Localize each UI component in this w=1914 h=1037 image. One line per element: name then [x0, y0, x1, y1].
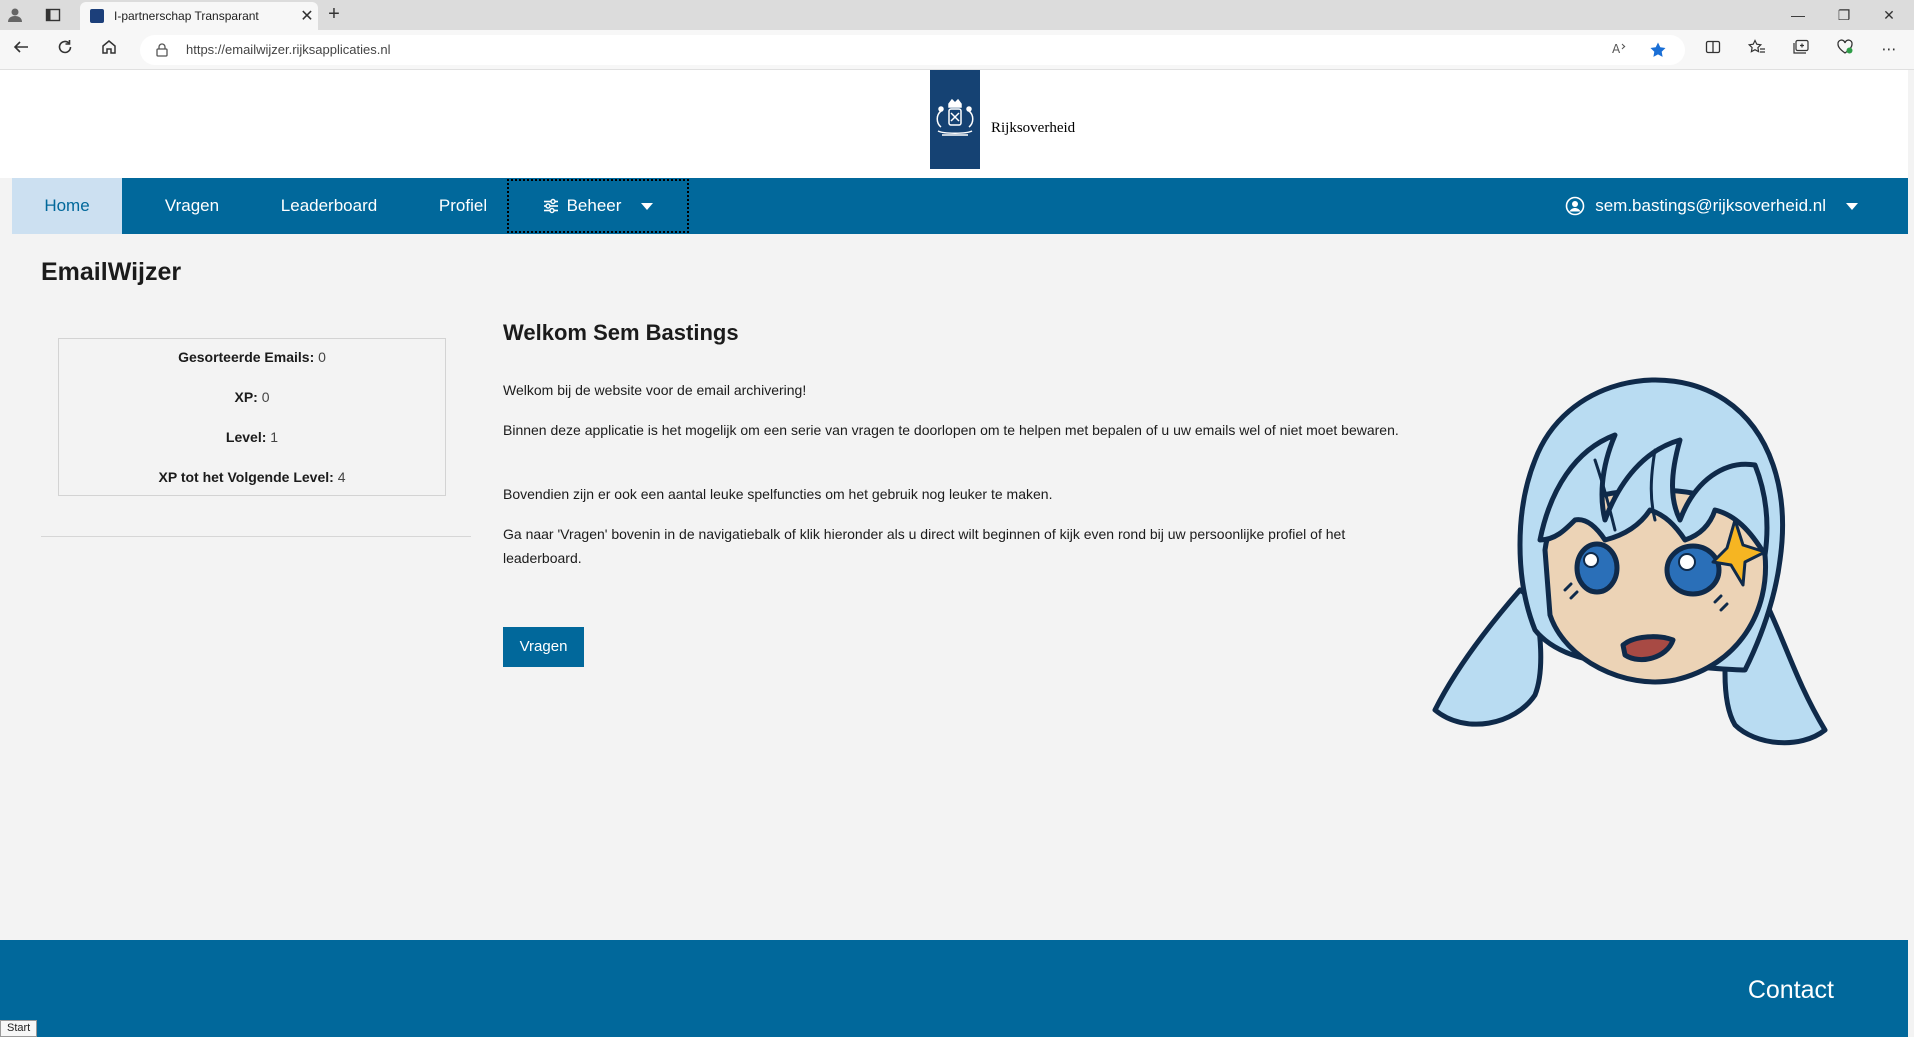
- stat-value: 0: [318, 349, 326, 365]
- favorite-star-icon[interactable]: [1648, 41, 1668, 59]
- instructions-paragraph: Ga naar 'Vragen' bovenin in de navigatie…: [503, 526, 1346, 566]
- tab-actions-icon[interactable]: [42, 4, 64, 26]
- description-paragraph: Binnen deze applicatie is het mogelijk o…: [503, 422, 1399, 438]
- collections-icon[interactable]: [1790, 39, 1812, 61]
- nav-vragen[interactable]: Vragen: [140, 178, 244, 234]
- sidebar-divider: [41, 536, 471, 537]
- user-menu[interactable]: sem.bastings@rijksoverheid.nl: [1565, 178, 1858, 234]
- stats-panel: Gesorteerde Emails: 0 XP: 0 Level: 1 XP …: [58, 338, 446, 496]
- page-scrollbar[interactable]: [1908, 70, 1914, 1037]
- rijksoverheid-logo[interactable]: [930, 70, 980, 169]
- address-bar[interactable]: https://emailwijzer.rijksapplicaties.nl …: [140, 35, 1685, 65]
- stat-level: Level: 1: [59, 429, 445, 445]
- new-tab-icon[interactable]: +: [322, 3, 346, 27]
- svg-text:A: A: [1612, 42, 1621, 55]
- split-screen-icon[interactable]: [1702, 39, 1724, 61]
- user-circle-icon: [1565, 196, 1585, 216]
- chevron-down-icon: [641, 202, 654, 210]
- stat-label: Level:: [225, 429, 267, 445]
- intro-paragraph: Welkom bij de website voor de email arch…: [503, 382, 807, 398]
- mascot-illustration: [1432, 377, 1828, 746]
- profile-icon[interactable]: [4, 4, 26, 26]
- minimize-icon[interactable]: —: [1783, 4, 1813, 26]
- user-chevron-down-icon: [1846, 202, 1858, 210]
- user-email: sem.bastings@rijksoverheid.nl: [1595, 196, 1826, 215]
- more-menu-icon[interactable]: ⋯: [1878, 39, 1900, 61]
- coat-of-arms-icon: [936, 98, 974, 136]
- nav-leaderboard[interactable]: Leaderboard: [256, 178, 402, 234]
- browser-tabbar: I-partnerschap Transparant ✕ + — ❐ ✕: [0, 0, 1914, 30]
- nav-profiel[interactable]: Profiel: [413, 178, 513, 234]
- browser-tab[interactable]: I-partnerschap Transparant ✕: [80, 2, 318, 30]
- home-icon[interactable]: [96, 38, 122, 62]
- stat-label: Gesorteerde Emails:: [178, 349, 315, 365]
- browser-toolbar: https://emailwijzer.rijksapplicaties.nl …: [0, 30, 1914, 70]
- back-icon[interactable]: [8, 38, 34, 62]
- stat-xp: XP: 0: [59, 389, 445, 405]
- tab-favicon-icon: [90, 9, 104, 23]
- stat-label: XP:: [234, 389, 258, 405]
- brand-name: Rijksoverheid: [991, 120, 1076, 136]
- window-close-icon[interactable]: ✕: [1874, 4, 1904, 26]
- site-header: Rijksoverheid: [0, 70, 1908, 178]
- main-navbar: Home Vragen Leaderboard Profiel Beheer s…: [12, 178, 1908, 234]
- stat-value: 0: [261, 389, 270, 405]
- favorites-icon[interactable]: [1746, 39, 1768, 61]
- url-text[interactable]: https://emailwijzer.rijksapplicaties.nl: [186, 42, 390, 57]
- lock-icon[interactable]: [156, 43, 168, 57]
- stat-xp-next-level: XP tot het Volgende Level: 4: [59, 469, 445, 485]
- features-paragraph: Bovendien zijn er ook een aantal leuke s…: [503, 486, 1053, 502]
- restore-icon[interactable]: ❐: [1829, 4, 1859, 26]
- welcome-heading: Welkom Sem Bastings: [503, 320, 739, 345]
- tab-title: I-partnerschap Transparant: [114, 9, 259, 23]
- app-title: EmailWijzer: [41, 258, 182, 286]
- stat-value: 4: [337, 469, 346, 485]
- page-content: Rijksoverheid Home Vragen Leaderboard Pr…: [0, 70, 1908, 1037]
- nav-beheer-dropdown[interactable]: Beheer: [506, 178, 690, 234]
- nav-home[interactable]: Home: [12, 178, 122, 234]
- site-footer: Contact: [0, 940, 1908, 1037]
- start-label[interactable]: Start: [0, 1020, 38, 1037]
- sliders-icon: [543, 198, 558, 214]
- stat-value: 1: [270, 429, 279, 445]
- vragen-button[interactable]: Vragen: [503, 627, 584, 667]
- stat-sorted-emails: Gesorteerde Emails: 0: [59, 349, 445, 365]
- nav-beheer-label: Beheer: [566, 196, 622, 215]
- refresh-icon[interactable]: [52, 38, 78, 62]
- read-aloud-icon[interactable]: A: [1610, 41, 1630, 59]
- stat-label: XP tot het Volgende Level:: [158, 469, 334, 485]
- browser-essentials-icon[interactable]: [1834, 39, 1856, 61]
- tab-close-icon[interactable]: ✕: [296, 6, 318, 26]
- contact-link[interactable]: Contact: [1748, 976, 1834, 1005]
